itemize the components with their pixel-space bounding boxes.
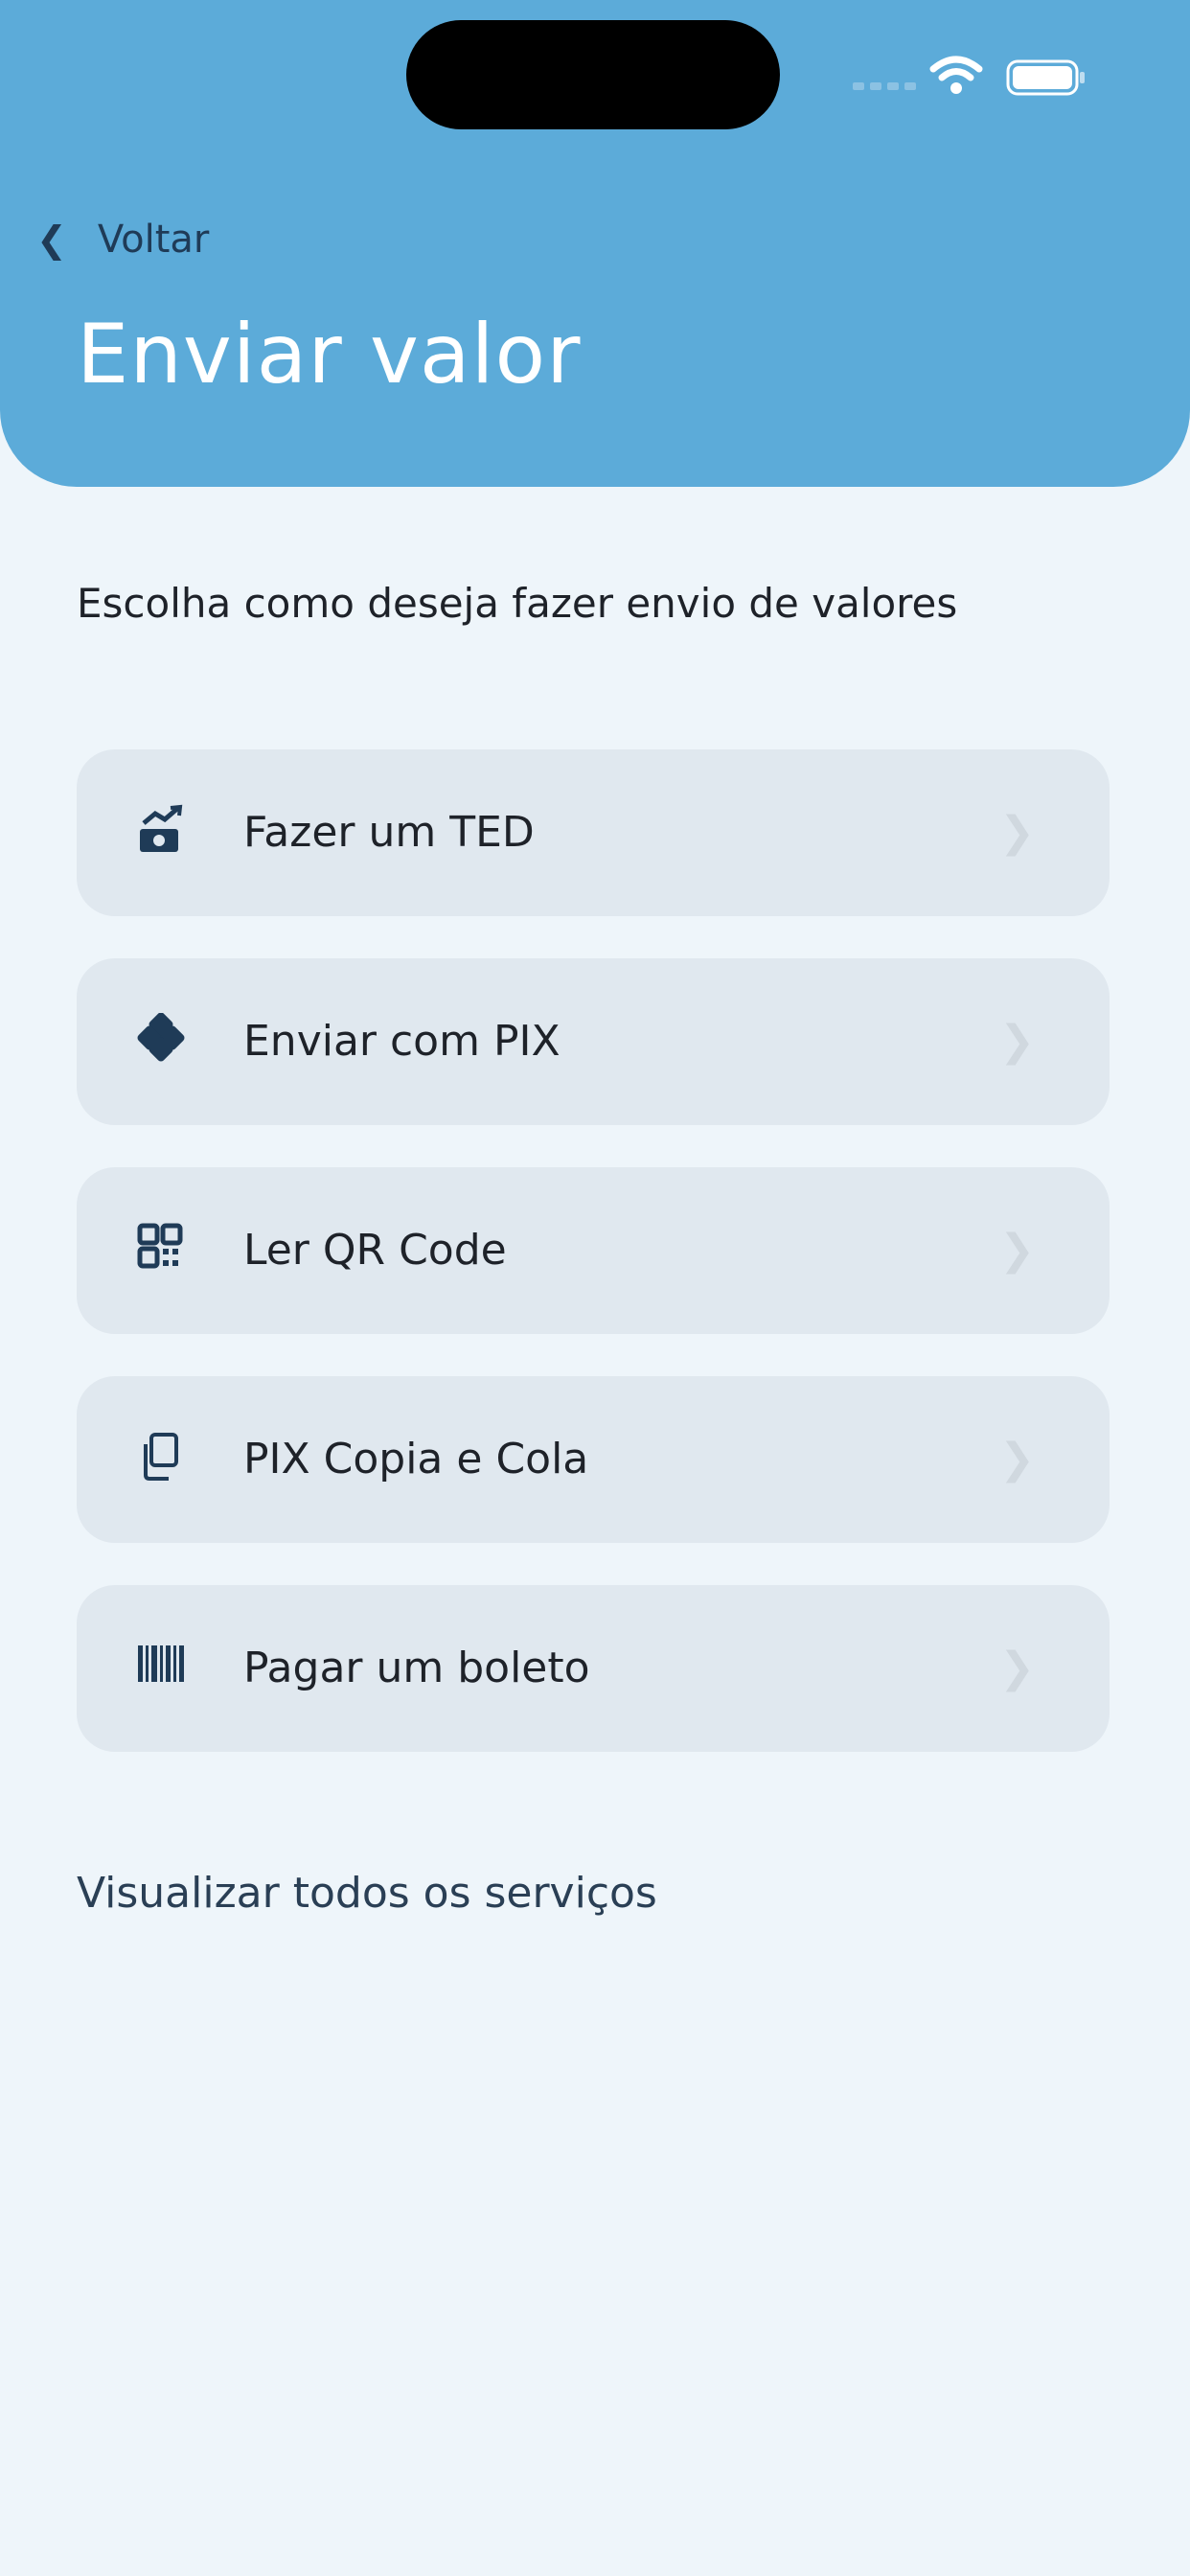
header: ❮ Voltar Enviar valor [0, 0, 1190, 487]
status-bar [853, 56, 1092, 96]
copy-icon [144, 1433, 178, 1481]
qr-code-icon [137, 1223, 183, 1269]
option-label: Ler QR Code [243, 1226, 507, 1275]
chevron-right-icon: ❯ [999, 808, 1035, 857]
view-all-services-link[interactable]: Visualizar todos os serviços [77, 1869, 657, 1918]
back-label: Voltar [97, 218, 210, 262]
chevron-right-icon: ❯ [999, 1017, 1035, 1066]
options-list: Fazer um TED ❯ Enviar com PIX ❯ Ler QR C… [77, 749, 1110, 1794]
page-subtitle: Escolha como deseja fazer envio de valor… [77, 580, 958, 627]
option-label: PIX Copia e Cola [243, 1435, 589, 1484]
cellular-signal-icon [853, 82, 916, 90]
option-label: Enviar com PIX [243, 1017, 561, 1066]
option-pix[interactable]: Enviar com PIX ❯ [77, 958, 1110, 1125]
option-pix-copy-paste[interactable]: PIX Copia e Cola ❯ [77, 1376, 1110, 1543]
option-pay-boleto[interactable]: Pagar um boleto ❯ [77, 1585, 1110, 1752]
chevron-right-icon: ❯ [999, 1435, 1035, 1484]
chevron-right-icon: ❯ [999, 1644, 1035, 1692]
option-label: Fazer um TED [243, 808, 535, 857]
battery-icon [1006, 59, 1085, 96]
option-qr-code[interactable]: Ler QR Code ❯ [77, 1167, 1110, 1334]
wifi-icon [929, 56, 983, 94]
option-label: Pagar um boleto [243, 1644, 590, 1692]
back-button[interactable]: ❮ Voltar [36, 211, 209, 268]
page-title: Enviar valor [77, 307, 582, 402]
pix-icon [137, 1013, 185, 1062]
barcode-icon [138, 1645, 184, 1682]
option-ted[interactable]: Fazer um TED ❯ [77, 749, 1110, 916]
money-transfer-icon [140, 804, 183, 852]
dynamic-island [406, 20, 780, 129]
chevron-left-icon: ❮ [36, 218, 67, 261]
chevron-right-icon: ❯ [999, 1226, 1035, 1275]
